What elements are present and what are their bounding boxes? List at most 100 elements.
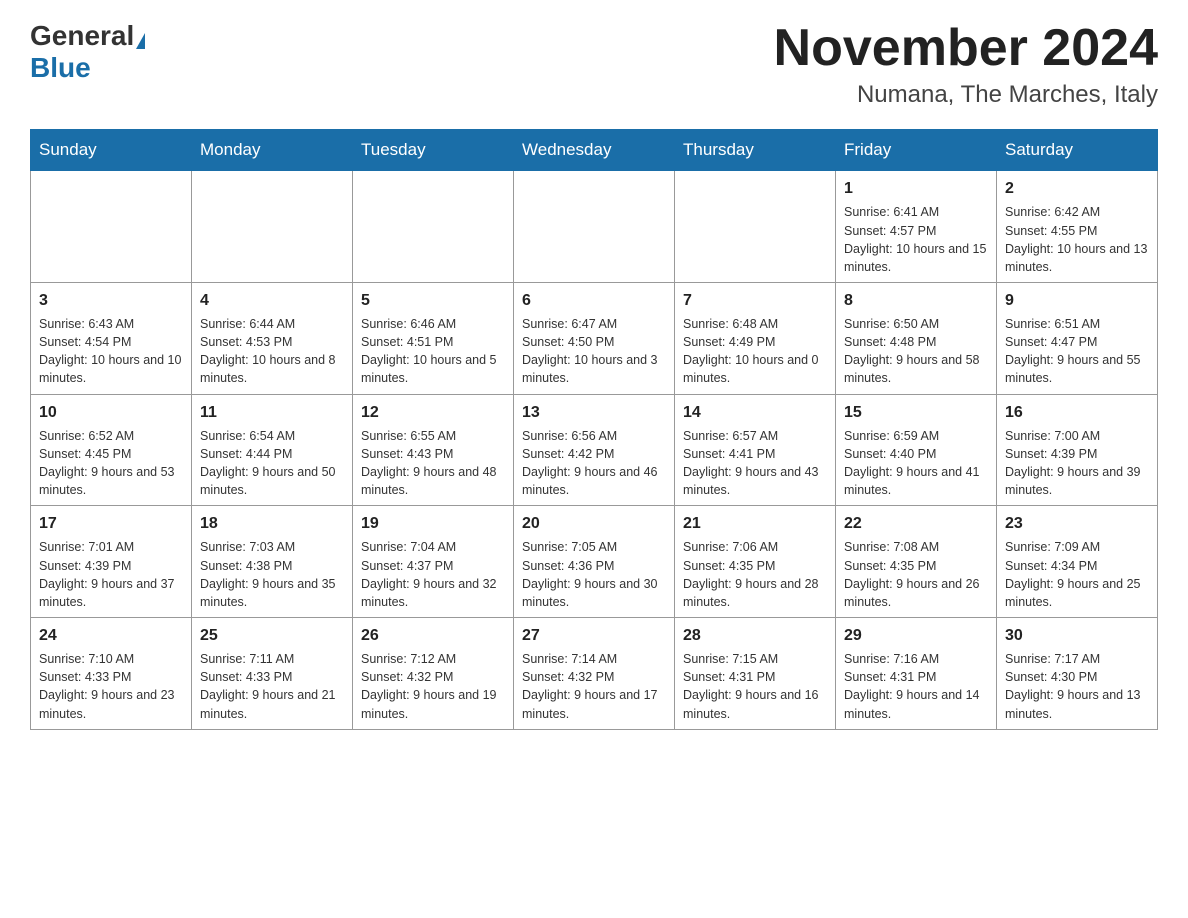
col-saturday: Saturday xyxy=(997,130,1158,171)
day-number: 1 xyxy=(844,177,988,200)
calendar-cell xyxy=(192,171,353,283)
logo: General Blue xyxy=(30,20,145,84)
calendar-cell: 10 Sunrise: 6:52 AM Sunset: 4:45 PM Dayli… xyxy=(31,394,192,506)
day-number: 5 xyxy=(361,289,505,312)
day-info: Sunrise: 7:00 AM Sunset: 4:39 PM Dayligh… xyxy=(1005,427,1149,500)
day-number: 25 xyxy=(200,624,344,647)
calendar-cell: 8Sunrise: 6:50 AM Sunset: 4:48 PM Daylig… xyxy=(836,282,997,394)
day-info: Sunrise: 6:43 AM Sunset: 4:54 PM Dayligh… xyxy=(39,315,183,388)
logo-general-text: General xyxy=(30,20,134,51)
day-number: 30 xyxy=(1005,624,1149,647)
day-info: Sunrise: 6:54 AM Sunset: 4:44 PM Dayligh… xyxy=(200,427,344,500)
day-info: Sunrise: 6:51 AM Sunset: 4:47 PM Dayligh… xyxy=(1005,315,1149,388)
day-info: Sunrise: 7:04 AM Sunset: 4:37 PM Dayligh… xyxy=(361,538,505,611)
day-number: 27 xyxy=(522,624,666,647)
col-wednesday: Wednesday xyxy=(514,130,675,171)
day-number: 24 xyxy=(39,624,183,647)
col-tuesday: Tuesday xyxy=(353,130,514,171)
day-number: 21 xyxy=(683,512,827,535)
calendar-cell: 21 Sunrise: 7:06 AM Sunset: 4:35 PM Dayli… xyxy=(675,506,836,618)
calendar-cell: 3 Sunrise: 6:43 AM Sunset: 4:54 PM Daylig… xyxy=(31,282,192,394)
day-info: Sunrise: 7:08 AM Sunset: 4:35 PM Dayligh… xyxy=(844,538,988,611)
day-number: 3 xyxy=(39,289,183,312)
logo-line2: Blue xyxy=(30,52,91,84)
day-number: 12 xyxy=(361,401,505,424)
day-number: 23 xyxy=(1005,512,1149,535)
day-info: Sunrise: 6:46 AM Sunset: 4:51 PM Dayligh… xyxy=(361,315,505,388)
calendar-cell: 30 Sunrise: 7:17 AM Sunset: 4:30 PM Dayli… xyxy=(997,617,1158,729)
calendar-cell: 27 Sunrise: 7:14 AM Sunset: 4:32 PM Dayli… xyxy=(514,617,675,729)
calendar-cell: 26Sunrise: 7:12 AM Sunset: 4:32 PM Dayli… xyxy=(353,617,514,729)
day-info: Sunrise: 6:44 AM Sunset: 4:53 PM Dayligh… xyxy=(200,315,344,388)
month-year-title: November 2024 xyxy=(774,20,1158,77)
calendar-cell: 19 Sunrise: 7:04 AM Sunset: 4:37 PM Dayli… xyxy=(353,506,514,618)
day-number: 13 xyxy=(522,401,666,424)
logo-line1: General xyxy=(30,20,145,52)
calendar-week-row: 3 Sunrise: 6:43 AM Sunset: 4:54 PM Daylig… xyxy=(31,282,1158,394)
day-number: 19 xyxy=(361,512,505,535)
day-number: 4 xyxy=(200,289,344,312)
day-info: Sunrise: 6:52 AM Sunset: 4:45 PM Dayligh… xyxy=(39,427,183,500)
col-friday: Friday xyxy=(836,130,997,171)
day-number: 7 xyxy=(683,289,827,312)
day-info: Sunrise: 7:14 AM Sunset: 4:32 PM Dayligh… xyxy=(522,650,666,723)
calendar-cell: 24 Sunrise: 7:10 AM Sunset: 4:33 PM Dayli… xyxy=(31,617,192,729)
calendar-cell: 7 Sunrise: 6:48 AM Sunset: 4:49 PM Daylig… xyxy=(675,282,836,394)
calendar-cell: 28Sunrise: 7:15 AM Sunset: 4:31 PM Dayli… xyxy=(675,617,836,729)
calendar-cell: 17 Sunrise: 7:01 AM Sunset: 4:39 PM Dayli… xyxy=(31,506,192,618)
calendar-cell: 23 Sunrise: 7:09 AM Sunset: 4:34 PM Dayli… xyxy=(997,506,1158,618)
day-info: Sunrise: 7:06 AM Sunset: 4:35 PM Dayligh… xyxy=(683,538,827,611)
day-info: Sunrise: 6:48 AM Sunset: 4:49 PM Dayligh… xyxy=(683,315,827,388)
calendar-cell: 12 Sunrise: 6:55 AM Sunset: 4:43 PM Dayli… xyxy=(353,394,514,506)
calendar-cell xyxy=(31,171,192,283)
day-info: Sunrise: 7:12 AM Sunset: 4:32 PM Dayligh… xyxy=(361,650,505,723)
calendar-week-row: 24 Sunrise: 7:10 AM Sunset: 4:33 PM Dayli… xyxy=(31,617,1158,729)
day-info: Sunrise: 7:01 AM Sunset: 4:39 PM Dayligh… xyxy=(39,538,183,611)
day-info: Sunrise: 6:41 AM Sunset: 4:57 PM Dayligh… xyxy=(844,203,988,276)
page-header: General Blue November 2024 Numana, The M… xyxy=(30,20,1158,109)
calendar-cell xyxy=(353,171,514,283)
location-subtitle: Numana, The Marches, Italy xyxy=(774,81,1158,109)
day-number: 11 xyxy=(200,401,344,424)
day-info: Sunrise: 6:50 AM Sunset: 4:48 PM Dayligh… xyxy=(844,315,988,388)
day-info: Sunrise: 7:10 AM Sunset: 4:33 PM Dayligh… xyxy=(39,650,183,723)
logo-triangle-icon xyxy=(136,33,145,49)
day-number: 29 xyxy=(844,624,988,647)
col-sunday: Sunday xyxy=(31,130,192,171)
calendar-cell xyxy=(675,171,836,283)
day-info: Sunrise: 7:03 AM Sunset: 4:38 PM Dayligh… xyxy=(200,538,344,611)
calendar-cell: 13Sunrise: 6:56 AM Sunset: 4:42 PM Dayli… xyxy=(514,394,675,506)
day-number: 14 xyxy=(683,401,827,424)
calendar-week-row: 1 Sunrise: 6:41 AM Sunset: 4:57 PM Daylig… xyxy=(31,171,1158,283)
day-info: Sunrise: 7:09 AM Sunset: 4:34 PM Dayligh… xyxy=(1005,538,1149,611)
day-number: 15 xyxy=(844,401,988,424)
day-number: 20 xyxy=(522,512,666,535)
day-info: Sunrise: 6:55 AM Sunset: 4:43 PM Dayligh… xyxy=(361,427,505,500)
calendar-body: 1 Sunrise: 6:41 AM Sunset: 4:57 PM Daylig… xyxy=(31,171,1158,729)
calendar-cell: 1 Sunrise: 6:41 AM Sunset: 4:57 PM Daylig… xyxy=(836,171,997,283)
calendar-cell: 22Sunrise: 7:08 AM Sunset: 4:35 PM Dayli… xyxy=(836,506,997,618)
day-number: 16 xyxy=(1005,401,1149,424)
day-info: Sunrise: 7:11 AM Sunset: 4:33 PM Dayligh… xyxy=(200,650,344,723)
day-info: Sunrise: 7:16 AM Sunset: 4:31 PM Dayligh… xyxy=(844,650,988,723)
day-number: 2 xyxy=(1005,177,1149,200)
col-monday: Monday xyxy=(192,130,353,171)
day-info: Sunrise: 7:17 AM Sunset: 4:30 PM Dayligh… xyxy=(1005,650,1149,723)
calendar-week-row: 10 Sunrise: 6:52 AM Sunset: 4:45 PM Dayli… xyxy=(31,394,1158,506)
calendar-week-row: 17 Sunrise: 7:01 AM Sunset: 4:39 PM Dayli… xyxy=(31,506,1158,618)
calendar-cell: 6Sunrise: 6:47 AM Sunset: 4:50 PM Daylig… xyxy=(514,282,675,394)
day-number: 10 xyxy=(39,401,183,424)
day-info: Sunrise: 6:59 AM Sunset: 4:40 PM Dayligh… xyxy=(844,427,988,500)
calendar-cell: 18Sunrise: 7:03 AM Sunset: 4:38 PM Dayli… xyxy=(192,506,353,618)
day-number: 28 xyxy=(683,624,827,647)
calendar-cell: 5 Sunrise: 6:46 AM Sunset: 4:51 PM Daylig… xyxy=(353,282,514,394)
day-number: 17 xyxy=(39,512,183,535)
logo-blue-text: Blue xyxy=(30,52,91,83)
day-number: 6 xyxy=(522,289,666,312)
day-info: Sunrise: 6:42 AM Sunset: 4:55 PM Dayligh… xyxy=(1005,203,1149,276)
calendar-cell: 11 Sunrise: 6:54 AM Sunset: 4:44 PM Dayli… xyxy=(192,394,353,506)
calendar-cell: 14Sunrise: 6:57 AM Sunset: 4:41 PM Dayli… xyxy=(675,394,836,506)
calendar-cell: 9Sunrise: 6:51 AM Sunset: 4:47 PM Daylig… xyxy=(997,282,1158,394)
calendar-cell: 20Sunrise: 7:05 AM Sunset: 4:36 PM Dayli… xyxy=(514,506,675,618)
calendar-cell xyxy=(514,171,675,283)
